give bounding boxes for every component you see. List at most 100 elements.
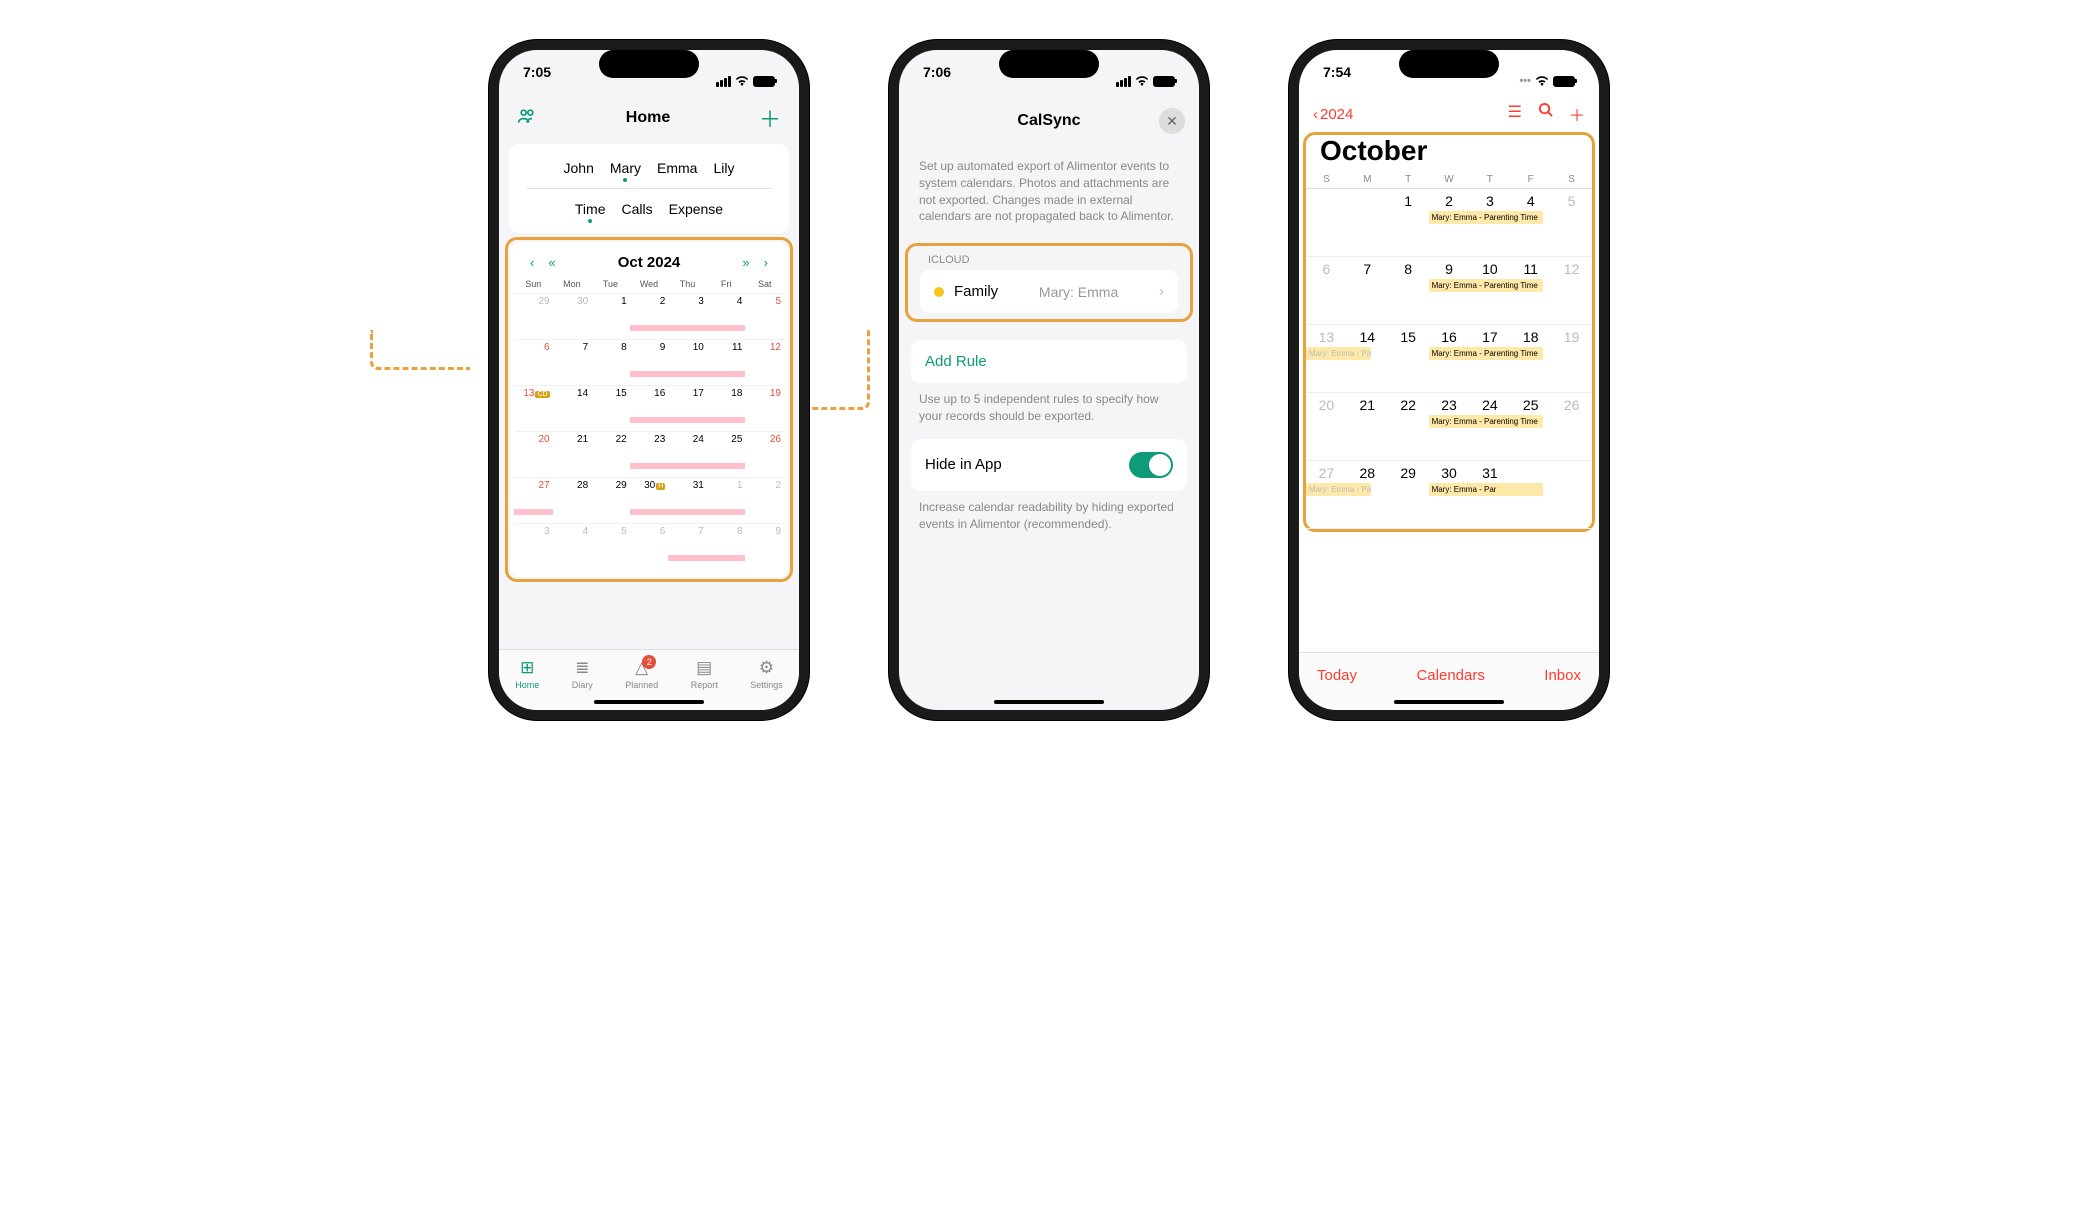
hide-toggle[interactable] [1129,452,1173,478]
calendar-day[interactable]: 18 [1510,325,1551,393]
subtab[interactable]: Time [575,201,606,217]
calendar-day[interactable]: 19 [745,385,784,431]
calendar-day[interactable]: 22 [1388,393,1429,461]
calendar-day[interactable]: 20 [1306,393,1347,461]
calendar-day[interactable]: 29 [1388,461,1429,529]
subtab[interactable]: Expense [669,201,723,217]
subtab[interactable]: Calls [621,201,652,217]
calendar-day[interactable] [1510,461,1551,529]
back-button[interactable]: ‹ 2024 [1313,106,1353,123]
calendar-day[interactable]: 5 [591,523,630,569]
calendar-day[interactable]: 25 [707,431,746,477]
calendar-day[interactable]: 31 [668,477,707,523]
list-view-icon[interactable]: ☰ [1508,102,1522,126]
calendar-day[interactable]: 19 [1551,325,1592,393]
person-tab[interactable]: Mary [610,160,641,176]
calendar-day[interactable]: 1 [707,477,746,523]
calendar-day[interactable] [1306,189,1347,257]
nav-diary[interactable]: ≣Diary [572,658,593,690]
calendar-day[interactable]: 17 [668,385,707,431]
next-year-icon[interactable]: » [742,255,749,270]
search-icon[interactable] [1538,102,1553,126]
calendar-day[interactable] [1551,461,1592,529]
calendar-day[interactable]: 11 [707,339,746,385]
calendar-day[interactable]: 30Mary: Emma - Par [1429,461,1470,529]
calendar-day[interactable]: 28 [1347,461,1388,529]
calendar-day[interactable]: 3 [1469,189,1510,257]
family-row[interactable]: Family Mary: Emma › [920,270,1178,313]
calendar-day[interactable]: 7 [668,523,707,569]
calendar-day[interactable]: 9Mary: Emma - Parenting Time [1429,257,1470,325]
calendar-day[interactable]: 3 [668,293,707,339]
calendar-day[interactable]: 7 [553,339,592,385]
calendars-button[interactable]: Calendars [1416,667,1484,684]
calendar-day[interactable]: 12 [1551,257,1592,325]
calendar-day[interactable]: 1 [1388,189,1429,257]
calendar-day[interactable]: 13CD [514,385,553,431]
calendar-day[interactable]: 7 [1347,257,1388,325]
calendar-day[interactable]: 30 [553,293,592,339]
calendar-day[interactable]: 2 [745,477,784,523]
calendar-day[interactable]: 23 [630,431,669,477]
calendar-day[interactable]: 21 [553,431,592,477]
calendar-day[interactable]: 11 [1510,257,1551,325]
calendar-day[interactable]: 31 [1469,461,1510,529]
nav-planned[interactable]: △Planned2 [625,658,658,690]
add-icon[interactable]: ＋ [1569,102,1585,126]
inbox-button[interactable]: Inbox [1544,667,1581,684]
calendar-day[interactable]: 9 [630,339,669,385]
calendar-day[interactable]: 18 [707,385,746,431]
calendar-day[interactable]: 6 [1306,257,1347,325]
nav-report[interactable]: ▤Report [691,658,718,690]
calendar-day[interactable]: 10 [1469,257,1510,325]
calendar-day[interactable]: 8 [1388,257,1429,325]
calendar-day[interactable]: 1 [591,293,630,339]
calendar-day[interactable]: 3 [514,523,553,569]
calendar-day[interactable]: 4 [553,523,592,569]
calendar-day[interactable]: 27 [514,477,553,523]
person-tab[interactable]: John [564,160,594,176]
calendar-day[interactable]: 29 [514,293,553,339]
person-tab[interactable]: Emma [657,160,697,176]
calendar-day[interactable]: 12 [745,339,784,385]
calendar-day[interactable]: 15 [591,385,630,431]
calendar-day[interactable]: 9 [745,523,784,569]
calendar-day[interactable]: 22 [591,431,630,477]
person-tab[interactable]: Lily [713,160,734,176]
calendar-day[interactable]: 4 [1510,189,1551,257]
calendar-day[interactable]: 13Mary: Emma - Par [1306,325,1347,393]
calendar-day[interactable]: 2Mary: Emma - Parenting Time [1429,189,1470,257]
calendar-day[interactable]: 17 [1469,325,1510,393]
calendar-day[interactable]: 16Mary: Emma - Parenting Time [1429,325,1470,393]
calendar-day[interactable]: 14 [553,385,592,431]
calendar-day[interactable]: 24 [1469,393,1510,461]
calendar-day[interactable]: 26 [745,431,784,477]
calendar-day[interactable]: 24 [668,431,707,477]
calendar-day[interactable]: 6 [630,523,669,569]
calendar-day[interactable]: 8 [591,339,630,385]
calendar-day[interactable]: 26 [1551,393,1592,461]
calendar-day[interactable]: 28 [553,477,592,523]
calendar-day[interactable]: 25 [1510,393,1551,461]
calendar-day[interactable] [1347,189,1388,257]
today-button[interactable]: Today [1317,667,1357,684]
calendar-day[interactable]: 15 [1388,325,1429,393]
calendar-day[interactable]: 23Mary: Emma - Parenting Time [1429,393,1470,461]
prev-year-icon[interactable]: « [548,255,555,270]
calendar-day[interactable]: 14 [1347,325,1388,393]
calendar-day[interactable]: 29 [591,477,630,523]
calendar-day[interactable]: 16 [630,385,669,431]
calendar-day[interactable]: 21 [1347,393,1388,461]
calendar-day[interactable]: 27Mary: Emma - Par [1306,461,1347,529]
calendar-day[interactable]: 5 [1551,189,1592,257]
calendar-day[interactable]: 2 [630,293,669,339]
calendar-day[interactable]: 4 [707,293,746,339]
calendar-day[interactable]: 8 [707,523,746,569]
calendar-day[interactable]: 6 [514,339,553,385]
add-icon[interactable]: ＋ [759,102,781,134]
close-icon[interactable]: ✕ [1159,108,1185,134]
calendar-day[interactable]: 10 [668,339,707,385]
next-month-icon[interactable]: › [764,255,768,270]
add-rule-button[interactable]: Add Rule [911,340,1187,383]
people-icon[interactable] [517,108,537,129]
